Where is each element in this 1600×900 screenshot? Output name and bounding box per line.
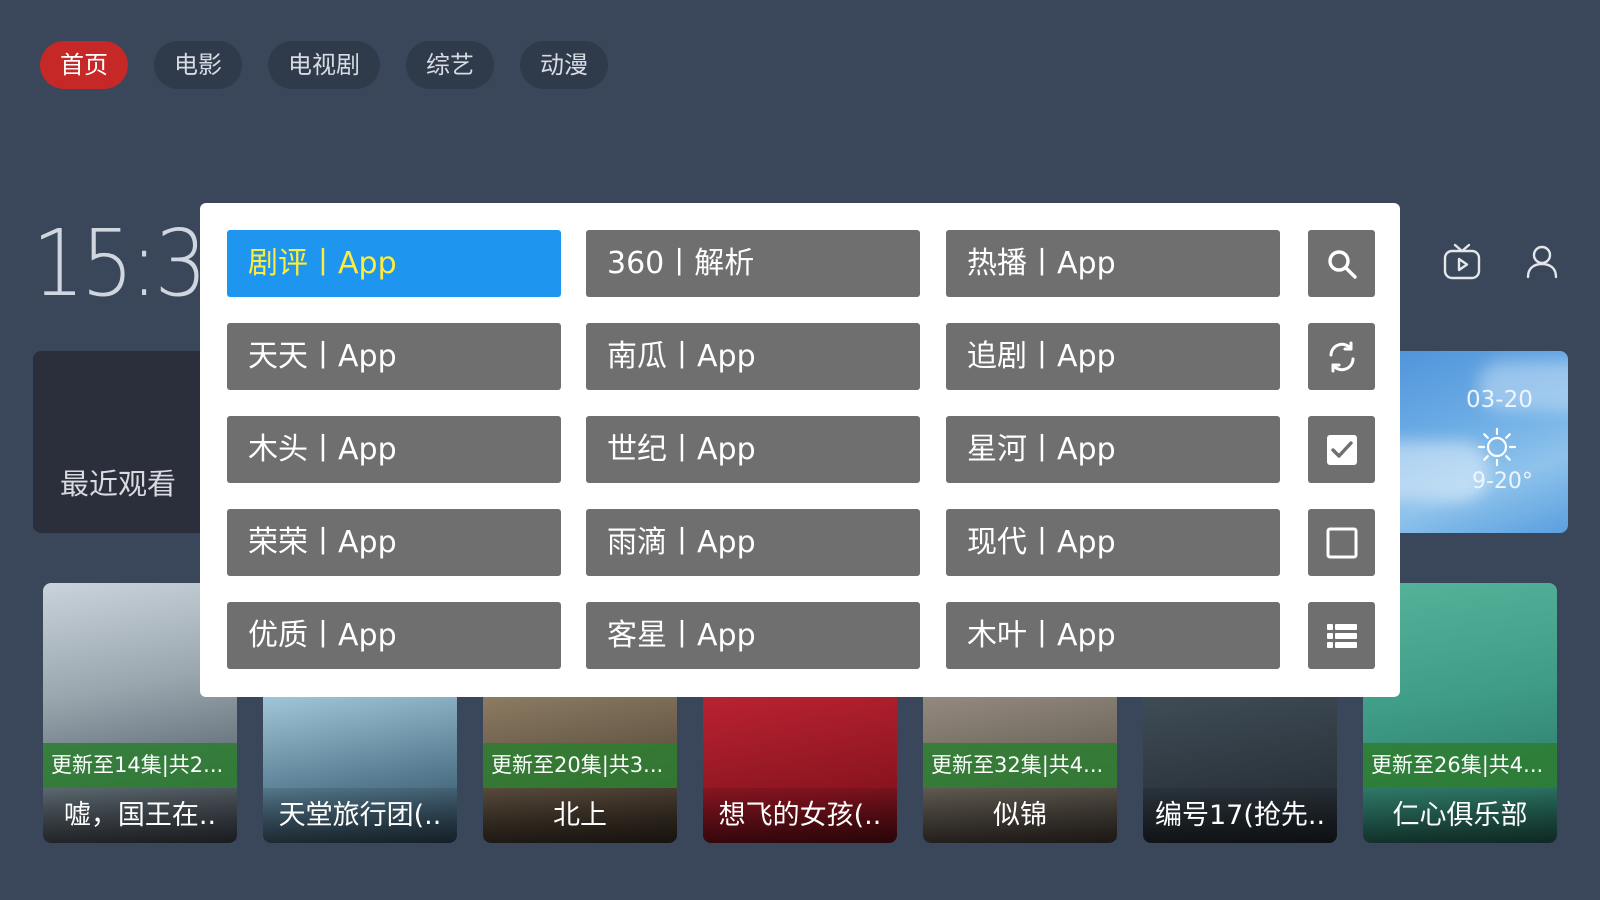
source-button[interactable]: 追剧丨App	[946, 323, 1280, 390]
weather-date: 03-20	[1466, 387, 1533, 413]
source-button[interactable]: 现代丨App	[946, 509, 1280, 576]
list-icon	[1326, 623, 1357, 648]
update-badge: 更新至14集|共2...	[43, 743, 237, 788]
tab-variety[interactable]: 综艺	[406, 41, 494, 89]
update-badge: 更新至20集|共3...	[483, 743, 677, 788]
search-button[interactable]	[1308, 230, 1375, 297]
checkbox-checked-icon	[1326, 434, 1357, 465]
source-button[interactable]: 荣荣丨App	[227, 509, 561, 576]
poster-title: 仁心俱乐部	[1363, 788, 1557, 843]
source-button[interactable]: 木叶丨App	[946, 602, 1280, 669]
tab-tv-series[interactable]: 电视剧	[268, 41, 380, 89]
sun-icon	[1477, 427, 1517, 467]
refresh-icon	[1329, 341, 1354, 372]
source-button[interactable]: 优质丨App	[227, 602, 561, 669]
weather-temp: 9-20°	[1472, 469, 1533, 494]
source-button[interactable]: 木头丨App	[227, 416, 561, 483]
poster-title: 似锦	[923, 788, 1117, 843]
search-icon	[1327, 249, 1357, 279]
tab-movies[interactable]: 电影	[154, 41, 242, 89]
poster-title: 北上	[483, 788, 677, 843]
list-button[interactable]	[1308, 602, 1375, 669]
source-button[interactable]: 客星丨App	[586, 602, 920, 669]
tab-anime[interactable]: 动漫	[520, 41, 608, 89]
poster-title: 嘘，国王在..	[43, 788, 237, 843]
tab-home[interactable]: 首页	[40, 41, 128, 89]
top-nav: 首页 电影 电视剧 综艺 动漫	[40, 41, 634, 89]
source-button[interactable]: 热播丨App	[946, 230, 1280, 297]
refresh-button[interactable]	[1308, 323, 1375, 390]
source-picker-dialog: 剧评丨App 360丨解析 热播丨App 天天丨App 南瓜丨App 追剧丨Ap…	[200, 203, 1400, 697]
recent-watch-label: 最近观看	[60, 467, 177, 501]
source-button[interactable]: 南瓜丨App	[586, 323, 920, 390]
poster-title: 想飞的女孩(..	[703, 788, 897, 843]
update-badge: 更新至32集|共4...	[923, 743, 1117, 788]
update-badge: 更新至26集|共4...	[1363, 743, 1557, 788]
source-button[interactable]: 360丨解析	[586, 230, 920, 297]
source-button[interactable]: 世纪丨App	[586, 416, 920, 483]
source-button[interactable]: 星河丨App	[946, 416, 1280, 483]
poster-title: 编号17(抢先..	[1143, 788, 1337, 843]
deselect-checkbox[interactable]	[1308, 509, 1375, 576]
source-button[interactable]: 天天丨App	[227, 323, 561, 390]
select-all-checkbox[interactable]	[1308, 416, 1375, 483]
tv-play-icon[interactable]	[1440, 240, 1484, 284]
poster-title: 天堂旅行团(..	[263, 788, 457, 843]
checkbox-empty-icon	[1326, 527, 1357, 558]
user-icon[interactable]	[1520, 240, 1564, 284]
source-button-selected[interactable]: 剧评丨App	[227, 230, 561, 297]
source-button[interactable]: 雨滴丨App	[586, 509, 920, 576]
